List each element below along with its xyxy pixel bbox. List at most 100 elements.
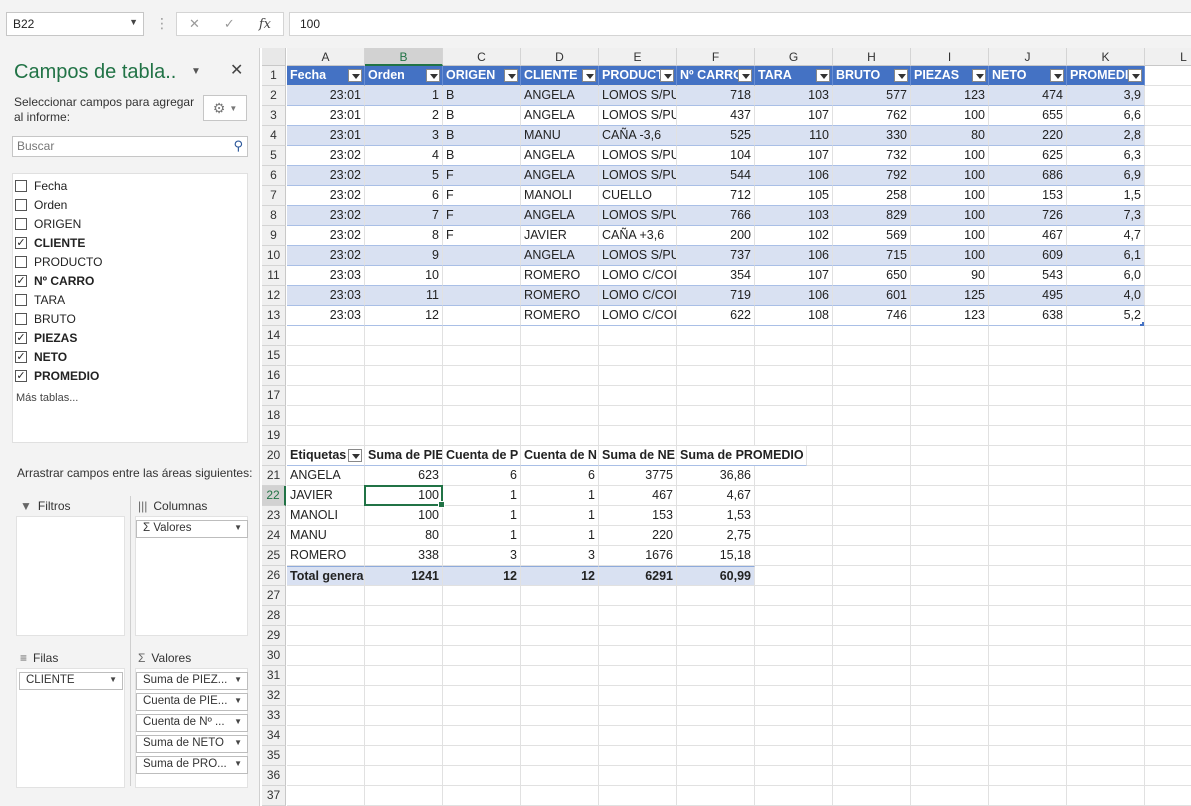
table-cell[interactable]: LOMO C/COI: [599, 266, 677, 286]
table-cell[interactable]: F: [443, 226, 521, 246]
cell[interactable]: [833, 766, 911, 786]
cell[interactable]: [521, 426, 599, 446]
row-header[interactable]: 18: [262, 406, 286, 426]
cell[interactable]: [1145, 506, 1191, 526]
cell[interactable]: [1145, 746, 1191, 766]
chevron-down-icon[interactable]: ▼: [234, 696, 242, 705]
enter-icon[interactable]: ✓: [224, 16, 235, 32]
table-cell[interactable]: 1,5: [1067, 186, 1145, 206]
table-header-cell[interactable]: PROMEDI: [1067, 66, 1145, 86]
cell[interactable]: [833, 786, 911, 806]
table-cell[interactable]: 5,2: [1067, 306, 1145, 326]
cell[interactable]: [755, 526, 833, 546]
table-cell[interactable]: ANGELA: [521, 106, 599, 126]
table-cell[interactable]: 762: [833, 106, 911, 126]
cell[interactable]: [911, 326, 989, 346]
cell[interactable]: [1067, 346, 1145, 366]
cell[interactable]: [599, 326, 677, 346]
cell[interactable]: [911, 706, 989, 726]
checkbox-checked-icon[interactable]: ✓: [15, 370, 27, 382]
chevron-down-icon[interactable]: ▼: [234, 523, 242, 532]
cell[interactable]: [1145, 526, 1191, 546]
pivot-cell[interactable]: 6: [443, 466, 521, 486]
cell[interactable]: [443, 386, 521, 406]
cell[interactable]: [989, 626, 1067, 646]
row-header[interactable]: 10: [262, 246, 286, 266]
table-cell[interactable]: 100: [911, 226, 989, 246]
cell[interactable]: [599, 366, 677, 386]
table-cell[interactable]: [443, 246, 521, 266]
pivot-cell[interactable]: 36,86: [677, 466, 755, 486]
cell[interactable]: [287, 746, 365, 766]
row-header[interactable]: 19: [262, 426, 286, 446]
cell[interactable]: [989, 546, 1067, 566]
values-area[interactable]: Suma de PIEZ... ▼ Cuenta de PIE... ▼ Cuent…: [135, 668, 248, 788]
cell[interactable]: [521, 646, 599, 666]
cell[interactable]: [521, 746, 599, 766]
cell[interactable]: [989, 566, 1067, 586]
column-header[interactable]: H: [833, 48, 911, 66]
cell[interactable]: [755, 606, 833, 626]
cell[interactable]: [833, 366, 911, 386]
table-cell[interactable]: 2: [365, 106, 443, 126]
pivot-cell[interactable]: 623: [365, 466, 443, 486]
table-cell[interactable]: 23:01: [287, 106, 365, 126]
cell[interactable]: [443, 606, 521, 626]
cell[interactable]: [287, 606, 365, 626]
row-header[interactable]: 23: [262, 506, 286, 526]
cell[interactable]: [521, 786, 599, 806]
table-cell[interactable]: 495: [989, 286, 1067, 306]
row-header[interactable]: 27: [262, 586, 286, 606]
close-icon[interactable]: ✕: [230, 60, 243, 80]
checkbox-checked-icon[interactable]: ✓: [15, 237, 27, 249]
table-cell[interactable]: LOMOS S/PU: [599, 106, 677, 126]
cell[interactable]: [1145, 86, 1191, 106]
cell[interactable]: [1067, 526, 1145, 546]
cell[interactable]: [911, 686, 989, 706]
column-header[interactable]: D: [521, 48, 599, 66]
name-box[interactable]: B22 ▼: [6, 12, 144, 36]
chevron-down-icon[interactable]: ▼: [234, 717, 242, 726]
table-cell[interactable]: 11: [365, 286, 443, 306]
cell[interactable]: [911, 406, 989, 426]
cell[interactable]: [1145, 786, 1191, 806]
cell[interactable]: [443, 786, 521, 806]
cell[interactable]: [989, 766, 1067, 786]
cell[interactable]: [521, 586, 599, 606]
cell[interactable]: [755, 486, 833, 506]
filter-dropdown-icon[interactable]: [972, 69, 986, 82]
table-cell[interactable]: 4: [365, 146, 443, 166]
table-cell[interactable]: CAÑA +3,6: [599, 226, 677, 246]
filter-dropdown-icon[interactable]: [1128, 69, 1142, 82]
pivot-header-cell[interactable]: Cuenta de N: [521, 446, 599, 466]
cell[interactable]: [443, 366, 521, 386]
cell[interactable]: [677, 606, 755, 626]
table-cell[interactable]: 437: [677, 106, 755, 126]
cell[interactable]: [911, 386, 989, 406]
cell[interactable]: [833, 386, 911, 406]
table-cell[interactable]: ANGELA: [521, 206, 599, 226]
chevron-down-icon[interactable]: ▼: [109, 675, 117, 684]
cell[interactable]: [521, 726, 599, 746]
cell[interactable]: [911, 586, 989, 606]
table-cell[interactable]: 200: [677, 226, 755, 246]
table-header-cell[interactable]: Fecha: [287, 66, 365, 86]
row-header[interactable]: 2: [262, 86, 286, 106]
table-cell[interactable]: 125: [911, 286, 989, 306]
cell[interactable]: [911, 646, 989, 666]
cell[interactable]: [287, 726, 365, 746]
cell[interactable]: [1067, 586, 1145, 606]
cell[interactable]: [443, 746, 521, 766]
table-cell[interactable]: 569: [833, 226, 911, 246]
active-cell-selection[interactable]: [364, 485, 445, 508]
table-header-cell[interactable]: Orden: [365, 66, 443, 86]
table-cell[interactable]: 8: [365, 226, 443, 246]
cell[interactable]: [755, 746, 833, 766]
pivot-cell[interactable]: 3: [521, 546, 599, 566]
row-header[interactable]: 12: [262, 286, 286, 306]
table-cell[interactable]: 23:02: [287, 246, 365, 266]
table-cell[interactable]: 12: [365, 306, 443, 326]
table-cell[interactable]: ANGELA: [521, 166, 599, 186]
more-options-icon[interactable]: ⋮: [155, 15, 169, 32]
cell[interactable]: [677, 706, 755, 726]
